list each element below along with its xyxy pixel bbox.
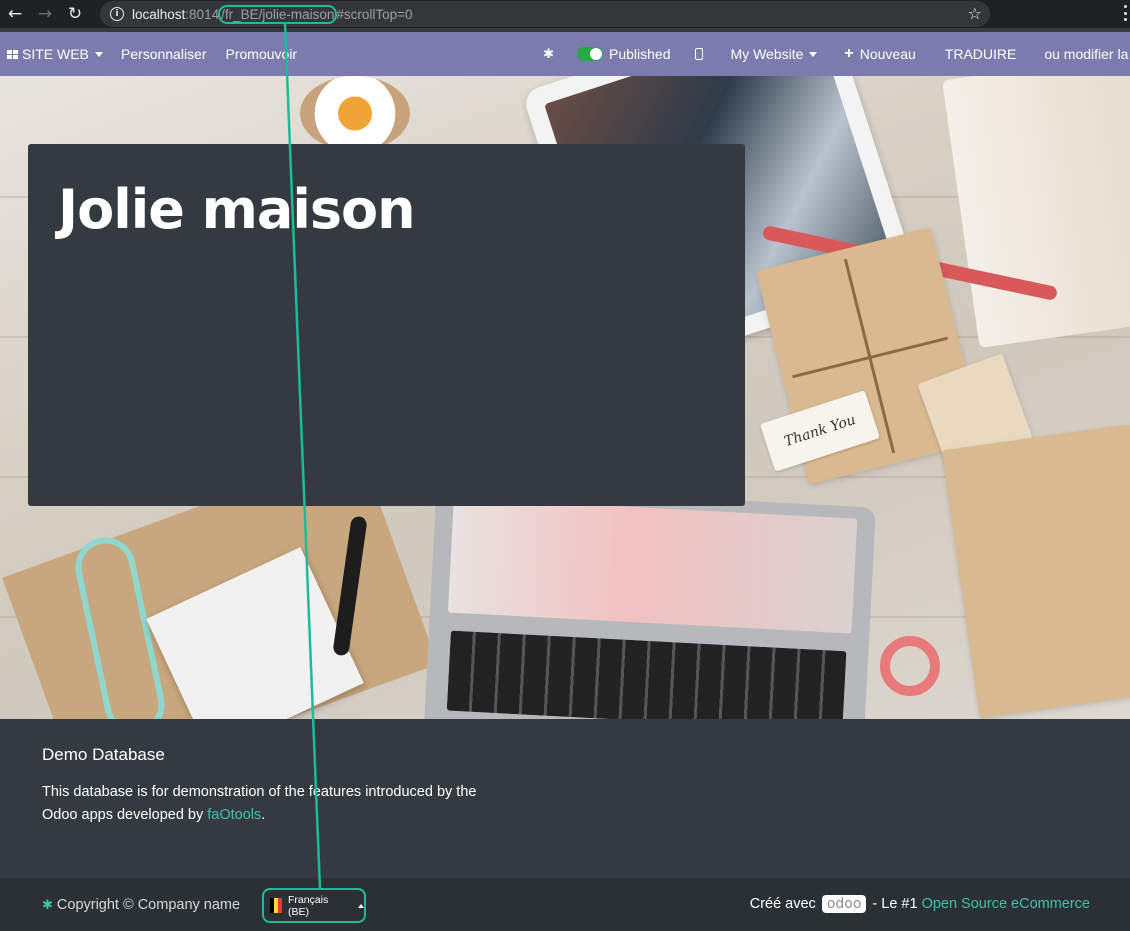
belgian-flag-icon	[270, 898, 282, 913]
tagline: - Le #1	[872, 896, 918, 912]
new-label: Nouveau	[859, 46, 916, 62]
created-with: Créé avec odoo - Le #1 Open Source eComm…	[750, 895, 1090, 913]
edit-source-button[interactable]: ou modifier la source	[1044, 46, 1130, 62]
back-button[interactable]: ←	[0, 0, 30, 28]
debug-button[interactable]: ✱	[543, 47, 554, 62]
chevron-down-icon	[94, 51, 103, 57]
page-title: Jolie maison	[58, 178, 416, 241]
copyright-text: Copyright © Company name	[56, 897, 241, 913]
info-icon[interactable]: i	[110, 7, 124, 21]
teacup-image	[300, 76, 410, 151]
arrow-left-icon: ←	[7, 4, 23, 24]
odoo-logo[interactable]: odoo	[821, 895, 867, 913]
site-web-label: SITE WEB	[22, 46, 89, 62]
new-button[interactable]: + Nouveau	[844, 45, 915, 63]
my-website-menu[interactable]: My Website	[731, 46, 818, 62]
language-selector[interactable]: Français (BE)	[262, 888, 366, 923]
chevron-up-icon	[358, 903, 364, 908]
bug-icon: ✱	[543, 46, 555, 62]
tag-text: Thank You	[782, 411, 858, 451]
footer-description: This database is for demonstration of th…	[42, 781, 482, 827]
copyright-bar: ✱ Copyright © Company name Français (BE)…	[0, 878, 1130, 931]
parcel-image	[942, 424, 1130, 718]
url-hash: #scrollTop=0	[336, 6, 413, 22]
address-bar[interactable]: i localhost :8014 /fr_BE/jolie-maison #s…	[100, 1, 990, 27]
paper-roll-image	[942, 76, 1130, 348]
bug-icon: ✱	[42, 897, 53, 913]
star-icon[interactable]: ☆	[968, 4, 982, 23]
laptop-image	[424, 484, 876, 719]
reload-button[interactable]: ↻	[60, 0, 90, 28]
site-web-menu[interactable]: SITE WEB	[7, 46, 103, 62]
chevron-down-icon	[809, 51, 818, 57]
url-path-highlight: /fr_BE/jolie-maison	[218, 4, 338, 24]
language-label: Français (BE)	[287, 893, 329, 918]
plus-icon: +	[844, 45, 854, 62]
promote-menu[interactable]: Promouvoir	[226, 46, 298, 62]
mobile-preview-button[interactable]	[694, 48, 703, 60]
customize-menu[interactable]: Personnaliser	[121, 46, 207, 62]
reload-icon: ↻	[67, 4, 83, 24]
kebab-icon[interactable]	[1124, 5, 1128, 21]
faotools-link[interactable]: faOtools	[207, 807, 261, 823]
mobile-icon	[694, 48, 703, 60]
toggle-switch[interactable]	[577, 47, 604, 61]
footer-text-end: .	[261, 807, 266, 823]
website-editor-navbar: SITE WEB Personnaliser Promouvoir ✱ Publ…	[0, 32, 1130, 76]
ecommerce-link[interactable]: Open Source eCommerce	[922, 896, 1090, 912]
grid-icon	[7, 49, 18, 59]
footer-title: Demo Database	[42, 745, 165, 764]
url-host: localhost	[132, 6, 186, 22]
tape-roll-image	[880, 636, 940, 696]
copyright: ✱ Copyright © Company name	[42, 897, 240, 913]
created-with-label: Créé avec	[749, 896, 816, 912]
my-website-label: My Website	[730, 46, 804, 62]
hero-cover: Thank You Jolie maison	[0, 76, 1130, 719]
forward-button[interactable]: →	[30, 0, 60, 28]
hero-title-box: Jolie maison	[28, 144, 745, 506]
translate-button[interactable]: TRADUIRE	[945, 46, 1017, 62]
arrow-right-icon: →	[37, 4, 53, 24]
footer: Demo Database This database is for demon…	[0, 719, 1130, 878]
published-toggle[interactable]: Published	[577, 46, 671, 62]
browser-toolbar: ← → ↻ i localhost :8014 /fr_BE/jolie-mai…	[0, 0, 1130, 28]
url-port: :8014	[185, 6, 220, 22]
published-label: Published	[609, 46, 671, 62]
